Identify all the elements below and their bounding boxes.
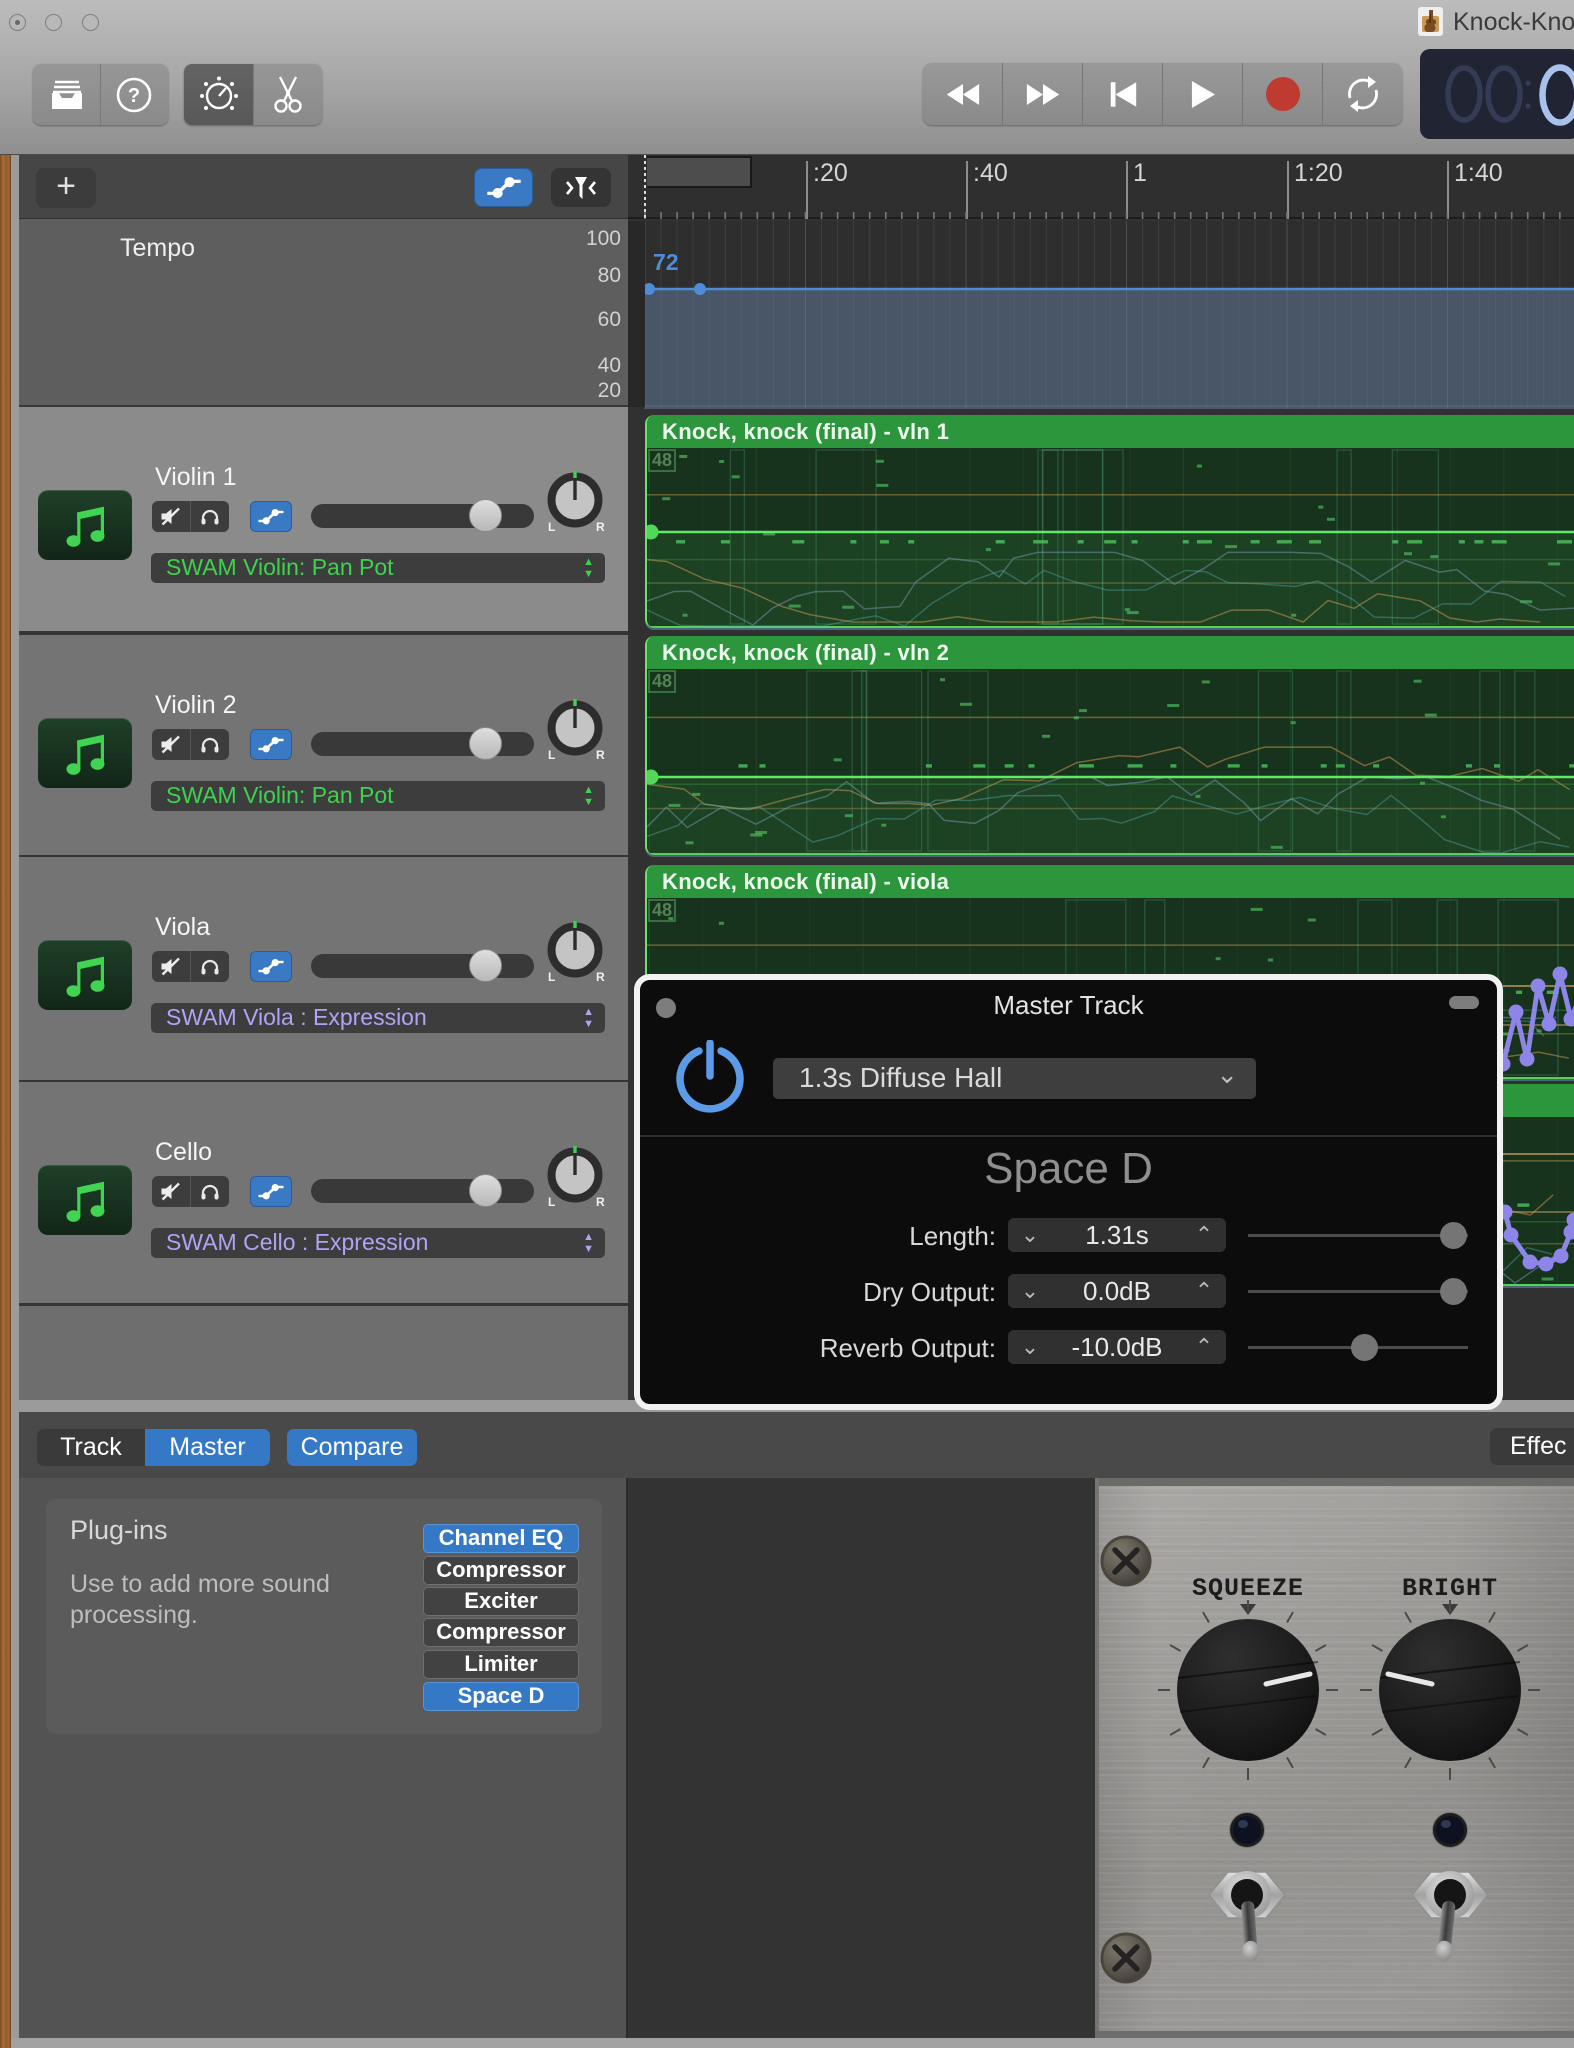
svg-text:L: L	[548, 748, 555, 762]
svg-text:L: L	[548, 1195, 555, 1209]
svg-text:R: R	[596, 970, 605, 984]
svg-text:BRIGHT: BRIGHT	[1402, 1574, 1498, 1603]
svg-text:L: L	[548, 520, 555, 534]
svg-text:R: R	[596, 1195, 605, 1209]
svg-text:L: L	[548, 970, 555, 984]
svg-text:R: R	[596, 748, 605, 762]
svg-text:?: ?	[128, 85, 140, 107]
svg-text:SQUEEZE: SQUEEZE	[1192, 1574, 1304, 1603]
svg-text:R: R	[596, 520, 605, 534]
